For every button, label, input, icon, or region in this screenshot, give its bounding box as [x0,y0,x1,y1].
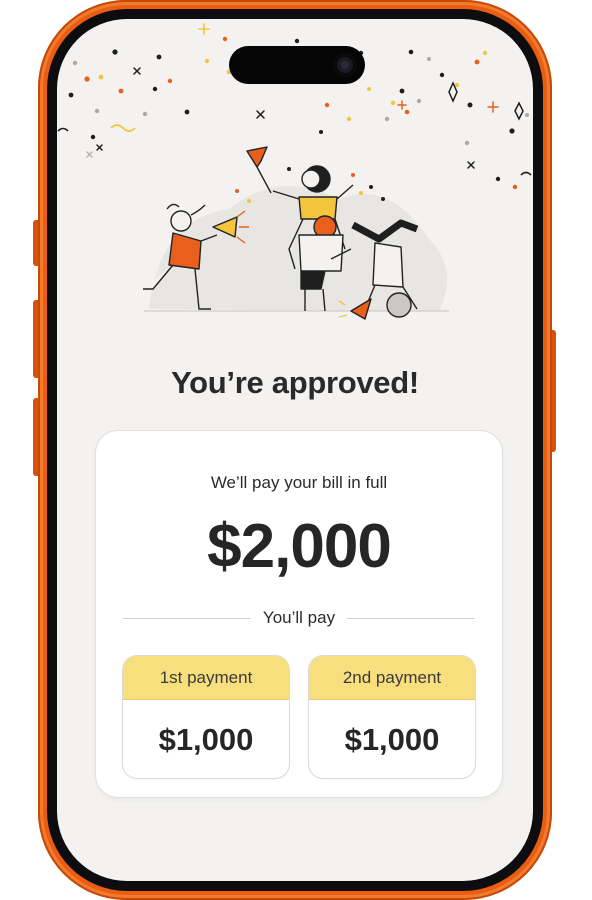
phone-bezel: You’re approved! We’ll pay your bill in … [47,9,543,891]
payment-card-1: 1st payment $1,000 [123,656,289,778]
bill-amount: $2,000 [207,512,392,581]
phone-frame: You’re approved! We’ll pay your bill in … [38,0,552,900]
payment-amount: $1,000 [344,721,440,757]
you-pay-divider: You’ll pay [123,607,475,629]
divider-line-left [123,617,251,619]
payment-amount: $1,000 [158,721,254,757]
approval-headline: You’re approved! [171,365,419,400]
dynamic-island [229,46,365,84]
celebration-illustration [143,146,449,320]
divider-line-right [347,617,475,619]
payment-label: 2nd payment [309,656,475,700]
you-pay-label: You’ll pay [262,608,336,627]
summary-subtitle: We’ll pay your bill in full [210,473,388,492]
payment-card-2: 2nd payment $1,000 [309,656,475,778]
camera-icon [333,53,357,77]
payment-summary-card: We’ll pay your bill in full $2,000 You’l… [96,431,502,797]
phone-screen: You’re approved! We’ll pay your bill in … [57,19,533,881]
payment-label: 1st payment [123,656,289,700]
